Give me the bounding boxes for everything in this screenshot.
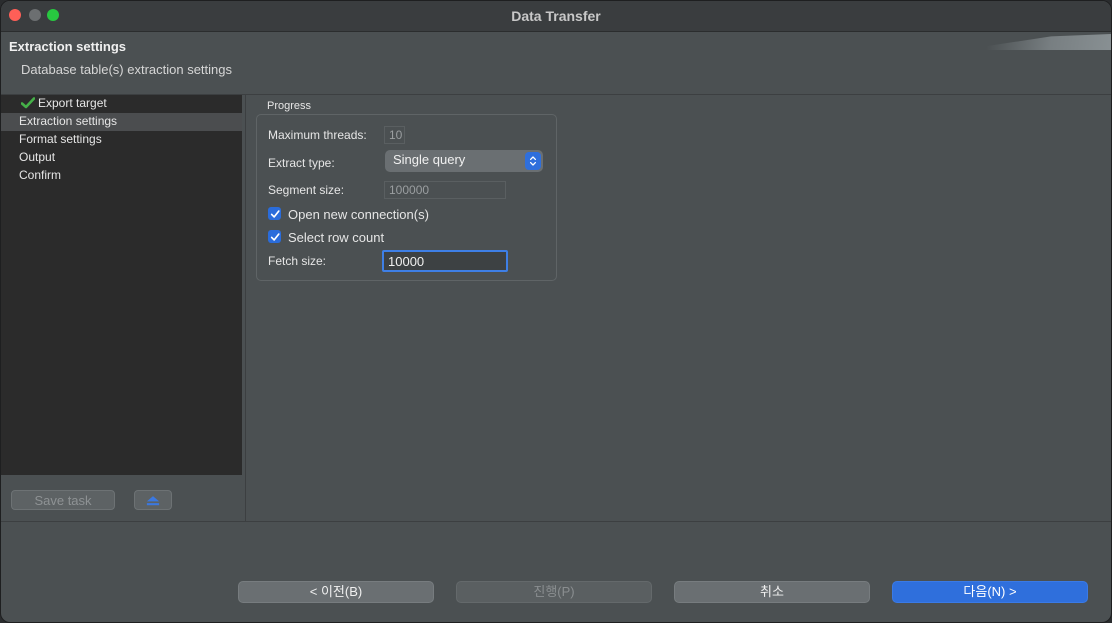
panel-divider <box>245 95 246 521</box>
segment-size-field[interactable]: 100000 <box>384 181 506 199</box>
data-transfer-window: Data Transfer Extraction settings Databa… <box>0 0 1112 623</box>
open-new-connections-label[interactable]: Open new connection(s) <box>288 207 429 222</box>
page-description: Database table(s) extraction settings <box>21 62 232 77</box>
window-title: Data Transfer <box>511 8 601 24</box>
sidebar-item-extraction-settings[interactable]: Extraction settings <box>1 113 242 131</box>
wizard-steps-sidebar: Export target Extraction settings Format… <box>1 95 242 475</box>
checkmark-icon <box>21 97 35 109</box>
footer-divider <box>1 521 1111 522</box>
wizard-header: Extraction settings Database table(s) ex… <box>1 32 1111 95</box>
extract-type-label: Extract type: <box>268 156 335 170</box>
sidebar-item-label: Extraction settings <box>19 114 118 128</box>
open-new-connections-checkbox[interactable] <box>268 207 281 220</box>
sidebar-item-label: Format settings <box>19 132 102 146</box>
task-menu-button[interactable] <box>134 490 172 510</box>
page-title: Extraction settings <box>9 39 127 54</box>
extract-type-value: Single query <box>393 152 466 167</box>
max-threads-field[interactable]: 10 <box>384 126 405 144</box>
checkmark-icon <box>270 232 280 241</box>
back-button[interactable]: < 이전(B) <box>238 581 434 603</box>
sidebar-item-export-target[interactable]: Export target <box>1 95 242 113</box>
save-task-button[interactable]: Save task <box>11 490 115 510</box>
segment-size-label: Segment size: <box>268 183 345 197</box>
select-row-count-label[interactable]: Select row count <box>288 230 384 245</box>
select-row-count-checkbox[interactable] <box>268 230 281 243</box>
sidebar-item-label: Output <box>19 150 56 164</box>
max-threads-label: Maximum threads: <box>268 128 367 142</box>
header-decoration <box>961 34 1111 50</box>
progress-group-label: Progress <box>267 100 312 112</box>
title-bar: Data Transfer <box>1 1 1111 32</box>
proceed-button[interactable]: 진행(P) <box>456 581 652 603</box>
sidebar-item-output[interactable]: Output <box>1 149 242 167</box>
sidebar-item-confirm[interactable]: Confirm <box>1 167 242 185</box>
extract-type-select[interactable]: Single query <box>385 150 543 172</box>
next-button[interactable]: 다음(N) > <box>892 581 1088 603</box>
cancel-button[interactable]: 취소 <box>674 581 870 603</box>
sidebar-actions: Save task <box>1 475 242 521</box>
sidebar-item-label: Confirm <box>19 168 62 182</box>
sidebar-item-label: Export target <box>38 96 107 110</box>
updown-chevron-icon <box>525 152 541 170</box>
fetch-size-label: Fetch size: <box>268 254 327 268</box>
checkmark-icon <box>270 209 280 218</box>
eject-icon <box>146 496 160 506</box>
fetch-size-input[interactable]: 10000 <box>382 250 508 272</box>
sidebar-item-format-settings[interactable]: Format settings <box>1 131 242 149</box>
